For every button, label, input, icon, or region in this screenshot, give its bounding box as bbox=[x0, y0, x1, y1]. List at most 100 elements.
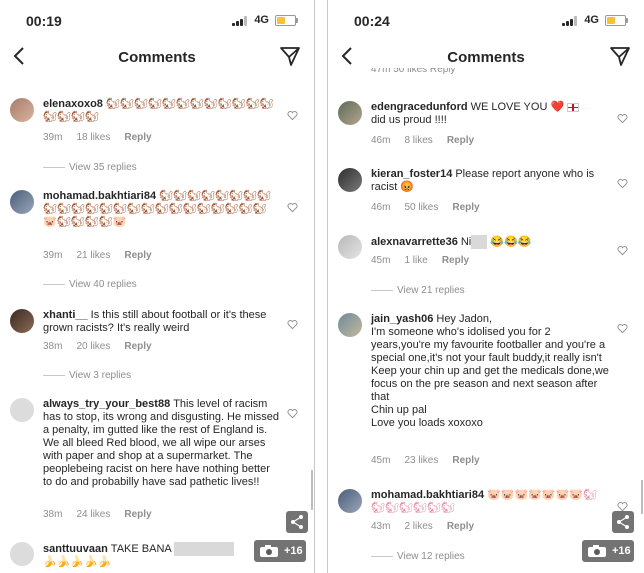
right-screenshot: 00:24 4G Comments 47m 50 likes Reply ede… bbox=[328, 0, 644, 573]
photo-count-badge[interactable]: +16 bbox=[582, 540, 634, 562]
like-heart-icon[interactable] bbox=[617, 323, 628, 334]
comment-body: always_try_your_best88 This level of raci… bbox=[43, 398, 280, 489]
avatar[interactable] bbox=[10, 398, 34, 422]
photo-count-badge[interactable]: +16 bbox=[254, 540, 306, 562]
avatar[interactable] bbox=[338, 313, 362, 337]
reply-button[interactable]: Reply bbox=[124, 250, 151, 261]
left-screenshot: 00:19 4G Comments elenaxoxo8 🐿🐿🐿🐿🐿🐿🐿🐿🐿🐿🐿🐿… bbox=[0, 0, 314, 573]
comment-meta: 46m 50 likes Reply bbox=[371, 202, 494, 213]
comment-body: kieran_foster14 Please report anyone who … bbox=[371, 168, 610, 194]
scrollbar[interactable] bbox=[311, 470, 313, 510]
view-replies-link[interactable]: View 21 replies bbox=[371, 285, 465, 296]
view-replies-link[interactable]: View 3 replies bbox=[43, 370, 131, 381]
comment-username[interactable]: jain_yash06 bbox=[371, 313, 433, 325]
comment-likes[interactable]: 1 like bbox=[404, 255, 427, 266]
like-heart-icon[interactable] bbox=[287, 110, 298, 121]
signal-icon bbox=[562, 16, 578, 26]
like-heart-icon[interactable] bbox=[287, 408, 298, 419]
photo-count: +16 bbox=[612, 545, 631, 557]
comment-username[interactable]: edengracedunford bbox=[371, 101, 468, 113]
page-title: Comments bbox=[447, 49, 525, 66]
share-button[interactable] bbox=[286, 511, 308, 533]
comment-meta: 39m 18 likes Reply bbox=[43, 132, 166, 143]
reply-button[interactable]: Reply bbox=[442, 255, 469, 266]
photo-count: +16 bbox=[284, 545, 303, 557]
view-replies-link[interactable]: View 12 replies bbox=[371, 551, 465, 562]
avatar[interactable] bbox=[10, 542, 34, 566]
comment-text-tail: did us proud !!!! bbox=[371, 114, 447, 126]
comment-text: WE LOVE YOU ❤️ bbox=[470, 101, 565, 113]
comment-likes[interactable]: 20 likes bbox=[76, 341, 110, 352]
comment-time: 45m bbox=[371, 255, 391, 266]
comment-time: 39m bbox=[43, 250, 63, 261]
comment-username[interactable]: mohamad.bakhtiari84 bbox=[371, 489, 484, 501]
comment-likes[interactable]: 2 likes bbox=[404, 521, 432, 532]
comment-body: edengracedunford WE LOVE YOU ❤️ did us pr… bbox=[371, 101, 610, 127]
comment-meta: 47m 50 likes Reply bbox=[371, 68, 456, 75]
signal-icon bbox=[232, 16, 248, 26]
comment-time: 38m bbox=[43, 341, 63, 352]
comment-username[interactable]: alexnavarrette36 bbox=[371, 236, 458, 248]
send-icon[interactable] bbox=[278, 44, 302, 68]
status-bar: 00:19 4G bbox=[0, 0, 314, 40]
reply-button[interactable]: Reply bbox=[452, 202, 479, 213]
comment-body: xhanti__ Is this still about football or … bbox=[43, 309, 280, 335]
avatar[interactable] bbox=[10, 98, 34, 122]
view-replies-link[interactable]: View 40 replies bbox=[43, 279, 137, 290]
comment-likes[interactable]: 21 likes bbox=[76, 250, 110, 261]
view-replies-link[interactable]: View 35 replies bbox=[43, 162, 137, 173]
reply-button[interactable]: Reply bbox=[124, 132, 151, 143]
like-heart-icon[interactable] bbox=[617, 178, 628, 189]
camera-icon bbox=[260, 545, 278, 557]
reply-button[interactable]: Reply bbox=[452, 455, 479, 466]
comment-likes[interactable]: 24 likes bbox=[76, 509, 110, 520]
scrollbar[interactable] bbox=[641, 480, 643, 514]
reply-button[interactable]: Reply bbox=[124, 341, 151, 352]
england-flag-icon bbox=[567, 102, 580, 112]
comment-username[interactable]: xhanti__ bbox=[43, 309, 88, 321]
comment-body: mohamad.bakhtiari84 🐷🐷🐷🐷🐷🐷🐷🐿🐿🐿🐿🐿🐿🐿 bbox=[371, 489, 610, 515]
avatar[interactable] bbox=[338, 168, 362, 192]
like-heart-icon[interactable] bbox=[617, 245, 628, 256]
comment-likes[interactable]: 8 likes bbox=[404, 135, 432, 146]
comment-time: 45m bbox=[371, 455, 391, 466]
comment-text: Hey Jadon, bbox=[436, 313, 493, 325]
comment-likes[interactable]: 50 likes bbox=[404, 202, 438, 213]
comment-body: jain_yash06 Hey Jadon, I'm someone who's … bbox=[371, 313, 610, 430]
comment-username[interactable]: mohamad.bakhtiari84 bbox=[43, 190, 156, 202]
reply-button[interactable]: Reply bbox=[447, 521, 474, 532]
avatar[interactable] bbox=[338, 489, 362, 513]
share-icon bbox=[291, 515, 303, 529]
comment-meta: 45m 1 like Reply bbox=[371, 255, 483, 266]
comment-text-tail: 😂😂😂 bbox=[490, 235, 532, 248]
status-time: 00:19 bbox=[26, 13, 62, 29]
reply-button[interactable]: Reply bbox=[124, 509, 151, 520]
comment-meta: 45m 23 likes Reply bbox=[371, 455, 494, 466]
reply-button[interactable]: Reply bbox=[447, 135, 474, 146]
share-button[interactable] bbox=[612, 511, 634, 533]
comment-time: 43m bbox=[371, 521, 391, 532]
comment-body: alexnavarrette36 Ni 😂😂😂 bbox=[371, 235, 610, 249]
like-heart-icon[interactable] bbox=[617, 113, 628, 124]
comment-username[interactable]: kieran_foster14 bbox=[371, 168, 452, 180]
comment-likes[interactable]: 18 likes bbox=[76, 132, 110, 143]
send-icon[interactable] bbox=[608, 44, 632, 68]
comment-username[interactable]: santtuuvaan bbox=[43, 543, 108, 555]
nav-bar: Comments bbox=[0, 40, 314, 76]
comment-line: Chin up pal bbox=[371, 404, 427, 416]
comment-body: mohamad.bakhtiari84 🐿🐿🐿🐿🐿🐿🐿🐿🐿🐿🐿🐿🐿🐿🐿🐿🐿🐿🐿🐿🐿… bbox=[43, 190, 280, 229]
comment-time: 46m bbox=[371, 202, 391, 213]
avatar[interactable] bbox=[338, 235, 362, 259]
like-heart-icon[interactable] bbox=[287, 202, 298, 213]
battery-icon bbox=[605, 15, 628, 26]
comment-time: 39m bbox=[43, 132, 63, 143]
comment-likes[interactable]: 23 likes bbox=[404, 455, 438, 466]
comment-text: This level of racism has to stop, its wr… bbox=[43, 398, 280, 488]
avatar[interactable] bbox=[10, 309, 34, 333]
comment-username[interactable]: always_try_your_best88 bbox=[43, 398, 170, 410]
avatar[interactable] bbox=[338, 101, 362, 125]
comment-username[interactable]: elenaxoxo8 bbox=[43, 98, 103, 110]
like-heart-icon[interactable] bbox=[287, 319, 298, 330]
avatar[interactable] bbox=[10, 190, 34, 214]
comment-body: elenaxoxo8 🐿🐿🐿🐿🐿🐿🐿🐿🐿🐿🐿🐿🐿🐿🐿🐿 bbox=[43, 98, 280, 124]
